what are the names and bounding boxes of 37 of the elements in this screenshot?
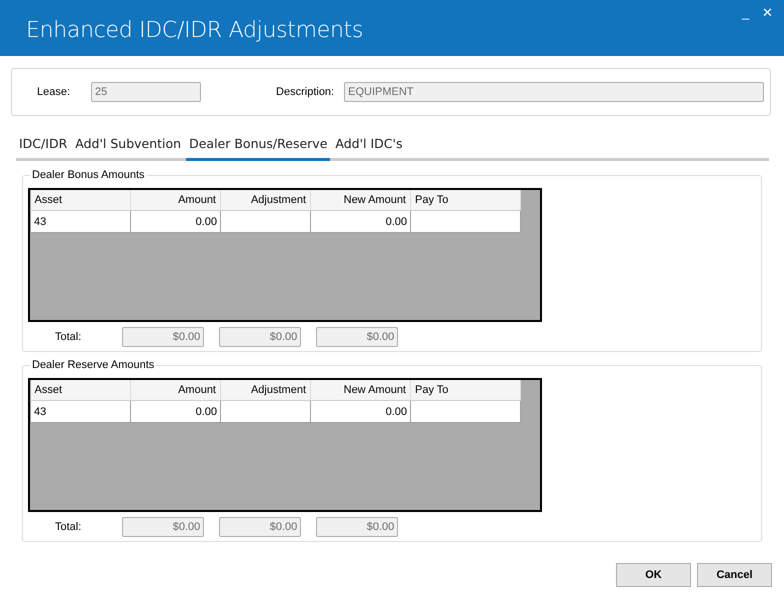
column-header[interactable]: Adjustment bbox=[220, 380, 310, 401]
table-cell[interactable]: 0.00 bbox=[310, 400, 410, 423]
tab[interactable]: Add'l Subvention bbox=[72, 132, 184, 161]
window-title: Enhanced IDC/IDR Adjustments bbox=[26, 18, 364, 44]
lease-field[interactable]: 25 bbox=[91, 82, 202, 102]
tab[interactable]: Dealer Bonus/Reserve bbox=[186, 132, 330, 161]
total-field[interactable]: $0.00 bbox=[122, 516, 204, 537]
column-header[interactable]: Asset bbox=[30, 190, 130, 211]
total-field[interactable]: $0.00 bbox=[122, 326, 204, 347]
description-label: Description: bbox=[276, 84, 334, 100]
lease-label: Lease: bbox=[37, 84, 70, 100]
tab[interactable]: IDC/IDR bbox=[16, 132, 70, 161]
total-field[interactable]: $0.00 bbox=[316, 516, 398, 537]
close-button[interactable]: ✕ bbox=[758, 4, 777, 21]
total-label: Total: bbox=[55, 520, 82, 534]
column-header[interactable]: Adjustment bbox=[220, 190, 310, 211]
table-cell[interactable]: 0.00 bbox=[130, 400, 220, 423]
description-field[interactable]: EQUIPMENT bbox=[344, 82, 764, 102]
total-field[interactable]: $0.00 bbox=[219, 516, 302, 537]
total-label: Total: bbox=[55, 330, 82, 344]
column-header[interactable]: Pay To bbox=[410, 190, 520, 211]
table-cell[interactable]: 43 bbox=[30, 210, 130, 233]
column-header[interactable]: New Amount bbox=[310, 380, 410, 401]
total-field[interactable]: $0.00 bbox=[219, 326, 302, 347]
ok-button[interactable]: OK bbox=[616, 562, 691, 587]
column-header[interactable]: New Amount bbox=[310, 190, 410, 211]
tab[interactable]: Add'l IDC's bbox=[332, 132, 406, 161]
column-header[interactable]: Asset bbox=[30, 380, 130, 401]
column-header[interactable]: Pay To bbox=[410, 380, 520, 401]
column-header[interactable]: Amount bbox=[130, 190, 220, 211]
minimize-button[interactable]: _ bbox=[738, 4, 754, 21]
table-cell[interactable]: 0.00 bbox=[130, 210, 220, 233]
table-cell[interactable]: 43 bbox=[30, 400, 130, 423]
column-header[interactable]: Amount bbox=[130, 380, 220, 401]
table-cell[interactable]: 0.00 bbox=[310, 210, 410, 233]
cancel-button[interactable]: Cancel bbox=[697, 562, 772, 587]
total-field[interactable]: $0.00 bbox=[316, 326, 398, 347]
